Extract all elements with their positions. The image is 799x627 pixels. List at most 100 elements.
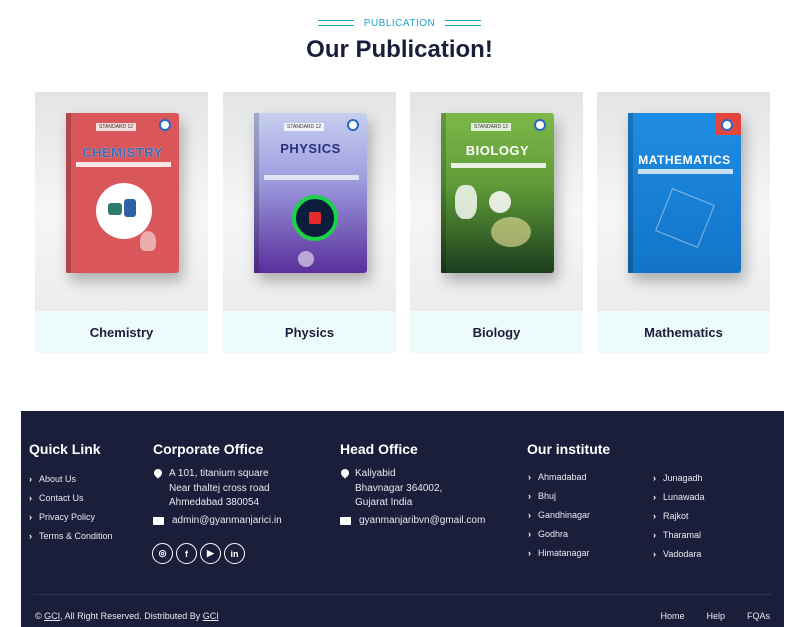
cell-illustration bbox=[489, 191, 511, 213]
chevron-right-icon: › bbox=[528, 509, 531, 520]
location-pin-icon bbox=[152, 467, 164, 479]
head-office-address: Kaliyabid Bhavnagar 364002, Gujarat Indi… bbox=[355, 467, 442, 511]
address-line: Bhavnagar 364002, bbox=[355, 482, 443, 494]
quick-link-terms[interactable]: › Terms & Condition bbox=[29, 526, 113, 545]
book-card-physics[interactable]: STANDARD 12 PHYSICS Physics bbox=[223, 92, 396, 353]
quick-link-privacy[interactable]: › Privacy Policy bbox=[29, 507, 113, 526]
institute-link[interactable]: › Rajkot bbox=[653, 506, 705, 525]
chevron-right-icon: › bbox=[653, 472, 656, 483]
chevron-right-icon: › bbox=[528, 547, 531, 558]
institute-label[interactable]: Tharamal bbox=[663, 530, 701, 540]
book-cover-area: STANDARD 12 BIOLOGY bbox=[410, 92, 583, 311]
copyright-text: © GCI, All Right Reserved. Distributed B… bbox=[35, 611, 219, 621]
mail-icon bbox=[340, 517, 351, 525]
chevron-right-icon: › bbox=[29, 511, 32, 522]
chevron-right-icon: › bbox=[653, 529, 656, 540]
publisher-logo-icon bbox=[721, 119, 733, 131]
quick-link-label[interactable]: Privacy Policy bbox=[39, 512, 95, 522]
quick-link-contact[interactable]: › Contact Us bbox=[29, 488, 113, 507]
institute-label[interactable]: Lunawada bbox=[663, 492, 705, 502]
book-cover-image[interactable]: STANDARD 12 BIOLOGY bbox=[441, 113, 554, 273]
quick-link-heading: Quick Link bbox=[29, 441, 101, 457]
institute-link[interactable]: › Gandhinagar bbox=[528, 505, 590, 524]
book-cover-area: MATHEMATICS bbox=[597, 92, 770, 311]
book-spine bbox=[441, 113, 446, 273]
chevron-right-icon: › bbox=[29, 492, 32, 503]
youtube-icon[interactable]: ▶ bbox=[200, 543, 221, 564]
instagram-icon[interactable]: ◎ bbox=[152, 543, 173, 564]
faqs-link[interactable]: FQAs bbox=[747, 611, 770, 621]
book-standard-tag: STANDARD 12 bbox=[284, 123, 325, 131]
help-link[interactable]: Help bbox=[706, 611, 725, 621]
institute-link[interactable]: › Ahmadabad bbox=[528, 467, 590, 486]
institute-label[interactable]: Bhuj bbox=[538, 491, 556, 501]
book-card-mathematics[interactable]: MATHEMATICS Mathematics bbox=[597, 92, 770, 353]
chevron-right-icon: › bbox=[653, 548, 656, 559]
institute-link[interactable]: › Himatanagar bbox=[528, 543, 590, 562]
institute-link[interactable]: › Vadodara bbox=[653, 544, 705, 563]
gear-illustration bbox=[298, 251, 314, 267]
book-cover-title: BIOLOGY bbox=[465, 143, 530, 158]
institute-list-1: › Ahmadabad › Bhuj › Gandhinagar › Godhra › H… bbox=[528, 467, 590, 562]
institute-label[interactable]: Gandhinagar bbox=[538, 510, 590, 520]
book-cover-area: STANDARD 12 CHEMISTRY bbox=[35, 92, 208, 311]
institute-link[interactable]: › Bhuj bbox=[528, 486, 590, 505]
book-cover-image[interactable]: STANDARD 12 PHYSICS bbox=[254, 113, 367, 273]
book-cover-image[interactable]: MATHEMATICS bbox=[628, 113, 741, 273]
book-label[interactable]: Mathematics bbox=[597, 311, 770, 353]
institute-label[interactable]: Vadodara bbox=[663, 549, 701, 559]
publisher-logo-icon bbox=[159, 119, 171, 131]
institute-link[interactable]: › Godhra bbox=[528, 524, 590, 543]
institute-link[interactable]: › Lunawada bbox=[653, 487, 705, 506]
publisher-logo-icon bbox=[534, 119, 546, 131]
book-standard-tag: STANDARD 12 bbox=[96, 123, 137, 131]
social-links: ◎ f ▶ in bbox=[152, 543, 245, 564]
chevron-right-icon: › bbox=[528, 471, 531, 482]
quick-link-label[interactable]: Terms & Condition bbox=[39, 531, 113, 541]
book-cover-title: MATHEMATICS bbox=[638, 153, 731, 167]
institute-label[interactable]: Rajkot bbox=[663, 511, 689, 521]
institute-label[interactable]: Ahmadabad bbox=[538, 472, 587, 482]
book-card-biology[interactable]: STANDARD 12 BIOLOGY Biology bbox=[410, 92, 583, 353]
book-cover-band bbox=[264, 175, 359, 180]
book-cover-area: STANDARD 12 PHYSICS bbox=[223, 92, 396, 311]
book-cover-title: CHEMISTRY bbox=[82, 145, 163, 160]
institute-link[interactable]: › Tharamal bbox=[653, 525, 705, 544]
kicker-text: PUBLICATION bbox=[363, 18, 436, 29]
institute-label[interactable]: Himatanagar bbox=[538, 548, 590, 558]
head-office-heading: Head Office bbox=[340, 441, 418, 457]
book-spine bbox=[254, 113, 259, 273]
book-cover-title: PHYSICS bbox=[280, 141, 341, 156]
book-label[interactable]: Biology bbox=[410, 311, 583, 353]
quick-link-label[interactable]: About Us bbox=[39, 474, 76, 484]
institute-label[interactable]: Junagadh bbox=[663, 473, 703, 483]
quick-link-label[interactable]: Contact Us bbox=[39, 493, 84, 503]
geometry-illustration bbox=[655, 188, 715, 248]
institute-list-2: › Junagadh › Lunawada › Rajkot › Tharamal › V… bbox=[653, 468, 705, 563]
book-label[interactable]: Physics bbox=[223, 311, 396, 353]
book-cover-band bbox=[76, 162, 171, 167]
book-label[interactable]: Chemistry bbox=[35, 311, 208, 353]
section-kicker: PUBLICATION bbox=[0, 18, 799, 29]
head-office-email-link[interactable]: gyanmanjaribvn@gmail.com bbox=[359, 515, 485, 526]
corporate-email-link[interactable]: admin@gyanmanjarici.in bbox=[172, 515, 282, 526]
chevron-right-icon: › bbox=[528, 490, 531, 501]
section-title: Our Publication! bbox=[306, 36, 493, 63]
molecule-illustration bbox=[96, 183, 152, 239]
brand-link[interactable]: GCI bbox=[44, 611, 60, 621]
institute-link[interactable]: › Junagadh bbox=[653, 468, 705, 487]
book-cover-image[interactable]: STANDARD 12 CHEMISTRY bbox=[66, 113, 179, 273]
chevron-right-icon: › bbox=[528, 528, 531, 539]
distributor-link[interactable]: GCI bbox=[203, 611, 219, 621]
home-link[interactable]: Home bbox=[660, 611, 684, 621]
quick-link-about[interactable]: › About Us bbox=[29, 469, 113, 488]
linkedin-icon[interactable]: in bbox=[224, 543, 245, 564]
book-spine bbox=[66, 113, 71, 273]
copyright-middle: , All Right Reserved. Distributed By bbox=[60, 611, 203, 621]
book-card-chemistry[interactable]: STANDARD 12 CHEMISTRY Chemistry bbox=[35, 92, 208, 353]
institute-label[interactable]: Godhra bbox=[538, 529, 568, 539]
evolution-illustration bbox=[491, 217, 531, 247]
kicker-line-left bbox=[317, 20, 354, 27]
chevron-right-icon: › bbox=[653, 510, 656, 521]
facebook-icon[interactable]: f bbox=[176, 543, 197, 564]
